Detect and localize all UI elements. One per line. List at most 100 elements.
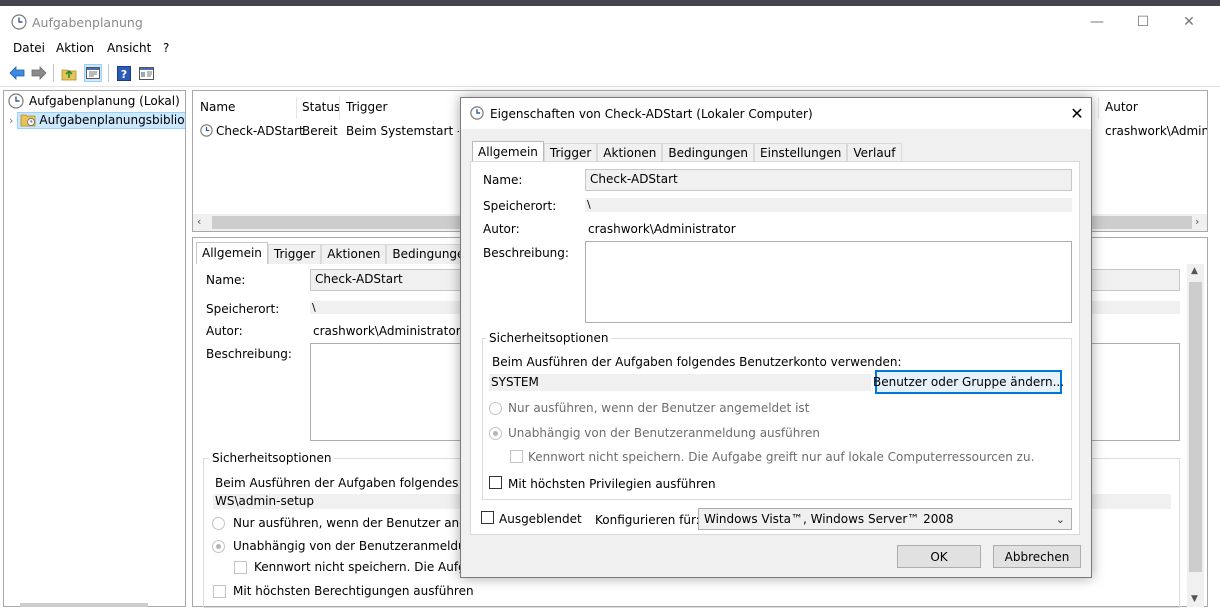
radio-logged-on-label: Nur ausführen, wenn der Benutzer angeme [233,516,494,530]
name-label: Name: [206,273,246,287]
scroll-right-icon[interactable]: › [1195,215,1199,228]
dialog-tab-aktionen[interactable]: Aktionen [597,143,663,163]
tree-root-label: Aufgabenplanung (Lokal) [29,94,180,108]
menu-ansicht[interactable]: Ansicht [107,41,151,55]
forward-icon[interactable] [30,64,48,82]
chevron-down-icon: ⌄ [1055,512,1065,526]
dialog-account-value: SYSTEM [489,374,871,391]
title-bar [0,6,1220,38]
security-options-title: Sicherheitsoptionen [209,451,335,465]
change-user-button[interactable]: Benutzer oder Gruppe ändern... [873,370,1064,394]
dialog-author-label: Autor: [483,222,520,236]
back-icon[interactable] [8,64,26,82]
app-title: Aufgabenplanung [32,15,143,30]
svg-text:?: ? [121,68,127,81]
dialog-name-field[interactable]: Check-ADStart [585,169,1072,191]
dialog-radio-logged-on[interactable] [489,402,502,415]
scroll-up-icon[interactable]: ▲ [1191,266,1198,276]
radio-logged-on[interactable] [212,517,225,530]
no-password-label: Kennwort nicht speichern. Die Aufgabe [254,560,489,574]
tree-item-library[interactable]: › Aufgabenplanungsbibliothek [9,111,185,129]
clock-icon [8,93,24,109]
dialog-security-account-text: Beim Ausführen der Aufgaben folgendes Be… [492,355,902,369]
cancel-button[interactable]: Abbrechen [993,545,1081,568]
scrollbar-thumb[interactable] [1189,282,1202,572]
ok-button[interactable]: OK [897,545,981,568]
dialog-radio-logged-on-label: Nur ausführen, wenn der Benutzer angemel… [508,401,810,415]
minimize-button[interactable]: — [1074,8,1120,36]
dialog-highest-privileges-checkbox[interactable] [489,476,502,489]
toolbar-separator [53,64,54,82]
tree-item-library-selected[interactable]: Aufgabenplanungsbibliothek [17,111,185,129]
dialog-no-password-label: Kennwort nicht speichern. Die Aufgabe gr… [528,450,1035,464]
column-header-author[interactable]: Autor [1105,100,1138,114]
location-label: Speicherort: [206,302,280,316]
toolbar-separator [108,64,109,82]
navigation-tree-pane [3,90,186,607]
column-divider[interactable] [1098,97,1099,119]
column-header-trigger[interactable]: Trigger [346,100,387,114]
menu-aktion[interactable]: Aktion [56,41,94,55]
folder-up-icon[interactable] [60,64,78,82]
task-name-cell: Check-ADStart [216,124,304,138]
menu-datei[interactable]: Datei [13,41,45,55]
author-value: crashwork\Administrator [313,324,461,338]
dialog-author-value: crashwork\Administrator [588,222,736,236]
menu-help[interactable]: ? [163,41,169,55]
radio-independent-label: Unabhängig von der Benutzeranmeldung a [233,539,493,553]
highest-privileges-checkbox[interactable] [213,585,226,598]
tree-library-label: Aufgabenplanungsbibliothek [39,113,185,127]
help-icon[interactable]: ? [115,64,133,82]
clock-icon [470,106,484,120]
hidden-checkbox[interactable] [481,511,494,524]
dialog-highest-privileges-label: Mit höchsten Privilegien ausführen [508,477,716,491]
column-divider[interactable] [296,97,297,119]
dialog-tabs: Allgemein Trigger Aktionen Bedingungen E… [472,141,902,163]
dialog-tab-einstellungen[interactable]: Einstellungen [754,143,848,163]
tab-trigger[interactable]: Trigger [267,244,322,264]
dialog-location-label: Speicherort: [483,199,557,213]
scroll-down-icon[interactable]: ▼ [1191,594,1198,604]
dialog-security-title: Sicherheitsoptionen [486,331,612,345]
detail-tabs: Allgemein Trigger Aktionen Bedingungen E [196,242,498,264]
scroll-left-icon[interactable]: ‹ [197,215,201,228]
clock-icon [200,124,213,137]
dialog-no-password-checkbox[interactable] [510,450,523,463]
task-trigger-cell: Beim Systemstart - Na [346,124,459,138]
show-hide-icon[interactable] [84,64,102,82]
left-pane-scrollbar[interactable] [20,603,148,607]
no-password-checkbox[interactable] [234,561,247,574]
column-divider[interactable] [339,97,340,119]
maximize-button[interactable]: ☐ [1120,8,1166,36]
dialog-radio-independent-label: Unabhängig von der Benutzeranmeldung aus… [508,426,820,440]
configure-select[interactable]: Windows Vista™, Windows Server™ 2008 ⌄ [698,508,1072,530]
description-label: Beschreibung: [206,347,292,361]
dialog-description-textbox[interactable] [585,241,1072,323]
radio-independent[interactable] [212,540,225,553]
highest-privileges-label: Mit höchsten Berechtigungen ausführen [233,584,474,598]
dialog-tab-bedingungen[interactable]: Bedingungen [662,143,755,163]
tree-item-root[interactable]: Aufgabenplanung (Lokal) [8,93,180,109]
dialog-tab-verlauf[interactable]: Verlauf [847,143,902,163]
dialog-radio-independent[interactable] [489,427,502,440]
toolbar [0,60,1220,87]
author-label: Autor: [206,324,243,338]
configure-select-value: Windows Vista™, Windows Server™ 2008 [704,512,954,526]
tab-aktionen[interactable]: Aktionen [321,244,387,264]
dialog-title: Eigenschaften von Check-ADStart (Lokaler… [490,107,813,121]
dialog-close-icon[interactable]: ✕ [1066,102,1088,124]
properties-icon[interactable] [137,64,155,82]
tab-allgemein[interactable]: Allgemein [196,242,268,264]
dialog-tab-trigger[interactable]: Trigger [543,143,598,163]
menu-bar [0,38,1220,60]
close-window-button[interactable]: ✕ [1166,8,1212,36]
clock-icon [11,14,27,30]
chevron-right-icon[interactable]: › [9,114,13,127]
column-header-name[interactable]: Name [200,100,235,114]
dialog-tab-allgemein[interactable]: Allgemein [472,141,544,163]
task-status-cell: Bereit [302,124,338,138]
dialog-description-label: Beschreibung: [483,246,569,260]
column-header-status[interactable]: Status [302,100,340,114]
security-account-text: Beim Ausführen der Aufgaben folgendes Be… [215,476,494,490]
folder-clock-icon [21,114,36,127]
